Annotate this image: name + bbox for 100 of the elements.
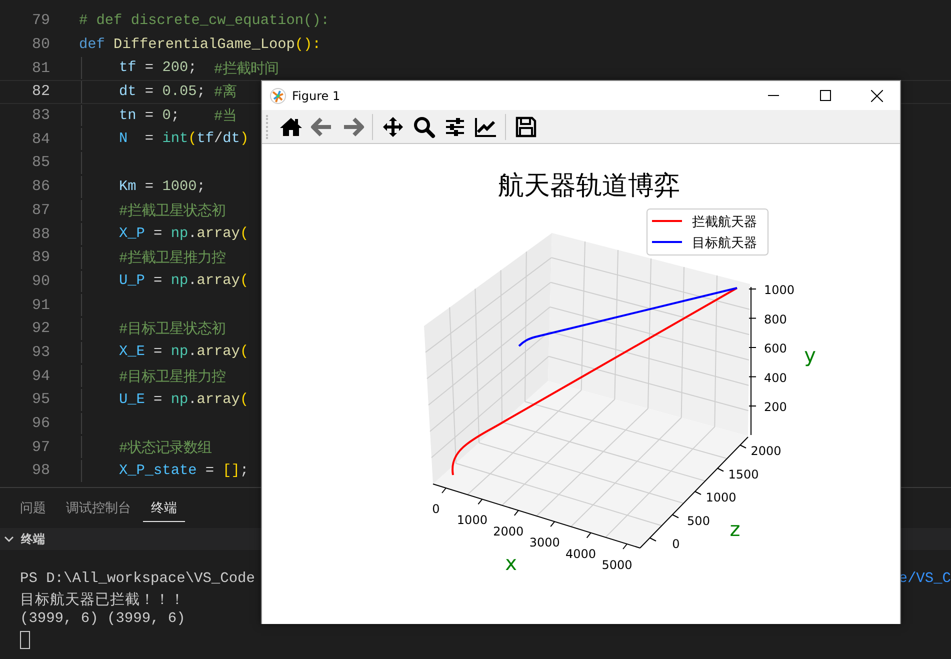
code-token: = [152, 226, 164, 242]
code-token: tf [196, 131, 214, 148]
legend-label: 目标航天器 [692, 236, 757, 251]
terminal-text: PS D:\All_workspace\VS_Code [20, 571, 255, 587]
tick-label: 200 [764, 400, 787, 414]
code-token: X_P [119, 226, 145, 242]
line-number: 87 [30, 202, 50, 219]
code-token: 1000 [162, 178, 197, 195]
code-token: = [204, 462, 216, 479]
tick-label: 1000 [706, 490, 736, 504]
code-token: ; [170, 108, 180, 124]
tick-label: 400 [764, 370, 787, 385]
line-number: 80 [30, 36, 50, 54]
code-token: # def discrete_cw_equation(): [79, 12, 330, 29]
maximize-icon [820, 90, 830, 101]
tick-label: 500 [687, 514, 710, 528]
line-number: 79 [30, 12, 50, 30]
code-token: tf [119, 60, 136, 76]
code-token: int [162, 131, 188, 148]
line-number: 97 [30, 438, 50, 456]
code-token: array [196, 392, 240, 408]
code-token: 200 [162, 60, 188, 76]
line-number: 89 [30, 249, 50, 266]
code-token: #状态记录数组 [119, 439, 212, 457]
code-token: dt [222, 131, 240, 148]
code-token: #离 [214, 82, 237, 102]
code-token: ( [240, 226, 249, 242]
code-token: array [196, 226, 240, 242]
code-token: U_E [119, 392, 145, 408]
code-token: def [79, 36, 105, 53]
line-number: 93 [30, 344, 50, 361]
line-number: 90 [30, 272, 50, 290]
code-token: #拦截时间 [214, 60, 279, 78]
axis-label: z [730, 517, 740, 541]
tick-label: 2000 [493, 524, 524, 538]
code-token: . [188, 273, 197, 290]
legend-label: 拦截航天器 [692, 215, 757, 230]
code-token: np [170, 344, 188, 360]
section-title[interactable]: 终端 [21, 530, 45, 548]
panel-tab[interactable]: 调试控制台 [58, 494, 139, 522]
code-token: tn [119, 108, 136, 124]
code-token: array [196, 273, 240, 290]
code-token: N [119, 131, 128, 148]
code-token: np [170, 392, 188, 408]
code-token: = [144, 131, 155, 148]
code-token: #目标卫星状态初 [119, 320, 226, 338]
panel-tab[interactable]: 问题 [12, 494, 54, 522]
code-token: Km [119, 178, 136, 195]
code-token: #拦截卫星状态初 [119, 202, 226, 220]
tick-label: 0 [672, 537, 680, 551]
line-number: 83 [30, 107, 50, 124]
tick-label: 2000 [750, 444, 782, 458]
code-token: = [144, 60, 155, 76]
terminal-cursor [20, 631, 30, 649]
tick-label: 1000 [764, 283, 795, 297]
code-token: = [152, 344, 164, 360]
code-token: ; [196, 178, 206, 195]
tick-label: 0 [432, 502, 440, 516]
code-token: ; [240, 462, 249, 479]
app-logo-icon [270, 88, 286, 104]
code-token: . [188, 226, 197, 242]
code-token: np [170, 273, 188, 290]
axis-label: x [505, 551, 517, 575]
line-number: 91 [30, 296, 50, 314]
code-token: ( [240, 273, 249, 290]
code-token: (): [294, 36, 321, 53]
line-number: 92 [30, 320, 50, 338]
plot-title: 航天器轨道博弈 [498, 171, 680, 201]
axis-label: y [804, 343, 816, 367]
panel-tab[interactable]: 终端 [143, 494, 185, 522]
code-token: / [214, 131, 223, 148]
code-token: [] [222, 462, 240, 479]
code-token: = [152, 273, 164, 290]
code-token: #拦截卫星推力控 [119, 249, 226, 268]
terminal-text: 目标航天器已拦截！！！ [20, 591, 185, 608]
code-token: = [144, 178, 155, 195]
tick-label: 800 [764, 312, 787, 326]
code-token: #当 [214, 107, 237, 126]
code-token: = [144, 108, 155, 124]
code-token: . [188, 392, 197, 408]
code-token: ( [188, 131, 197, 148]
code-token: = [152, 392, 164, 408]
line-number: 81 [30, 60, 50, 77]
tick-label: 1000 [456, 513, 488, 528]
code-token: #目标卫星推力控 [119, 368, 226, 386]
code-token: X_E [119, 344, 145, 360]
code-token: 0 [162, 108, 171, 124]
code-token: DifferentialGame_Loop [112, 36, 295, 53]
line-number: 98 [30, 462, 50, 480]
code-token: . [188, 344, 197, 360]
window-title: Figure 1 [292, 88, 340, 102]
code-token: = [144, 84, 155, 100]
code-token: dt [119, 84, 136, 100]
tick-label: 1500 [728, 467, 759, 482]
terminal-text: (3999, 6) (3999, 6) [20, 611, 186, 627]
terminal-path-link[interactable]: e/VS_C [898, 571, 951, 587]
tick-label: 3000 [529, 536, 560, 550]
tick-label: 4000 [566, 546, 596, 561]
line-number: 86 [30, 178, 50, 196]
code-token: array [196, 344, 240, 360]
